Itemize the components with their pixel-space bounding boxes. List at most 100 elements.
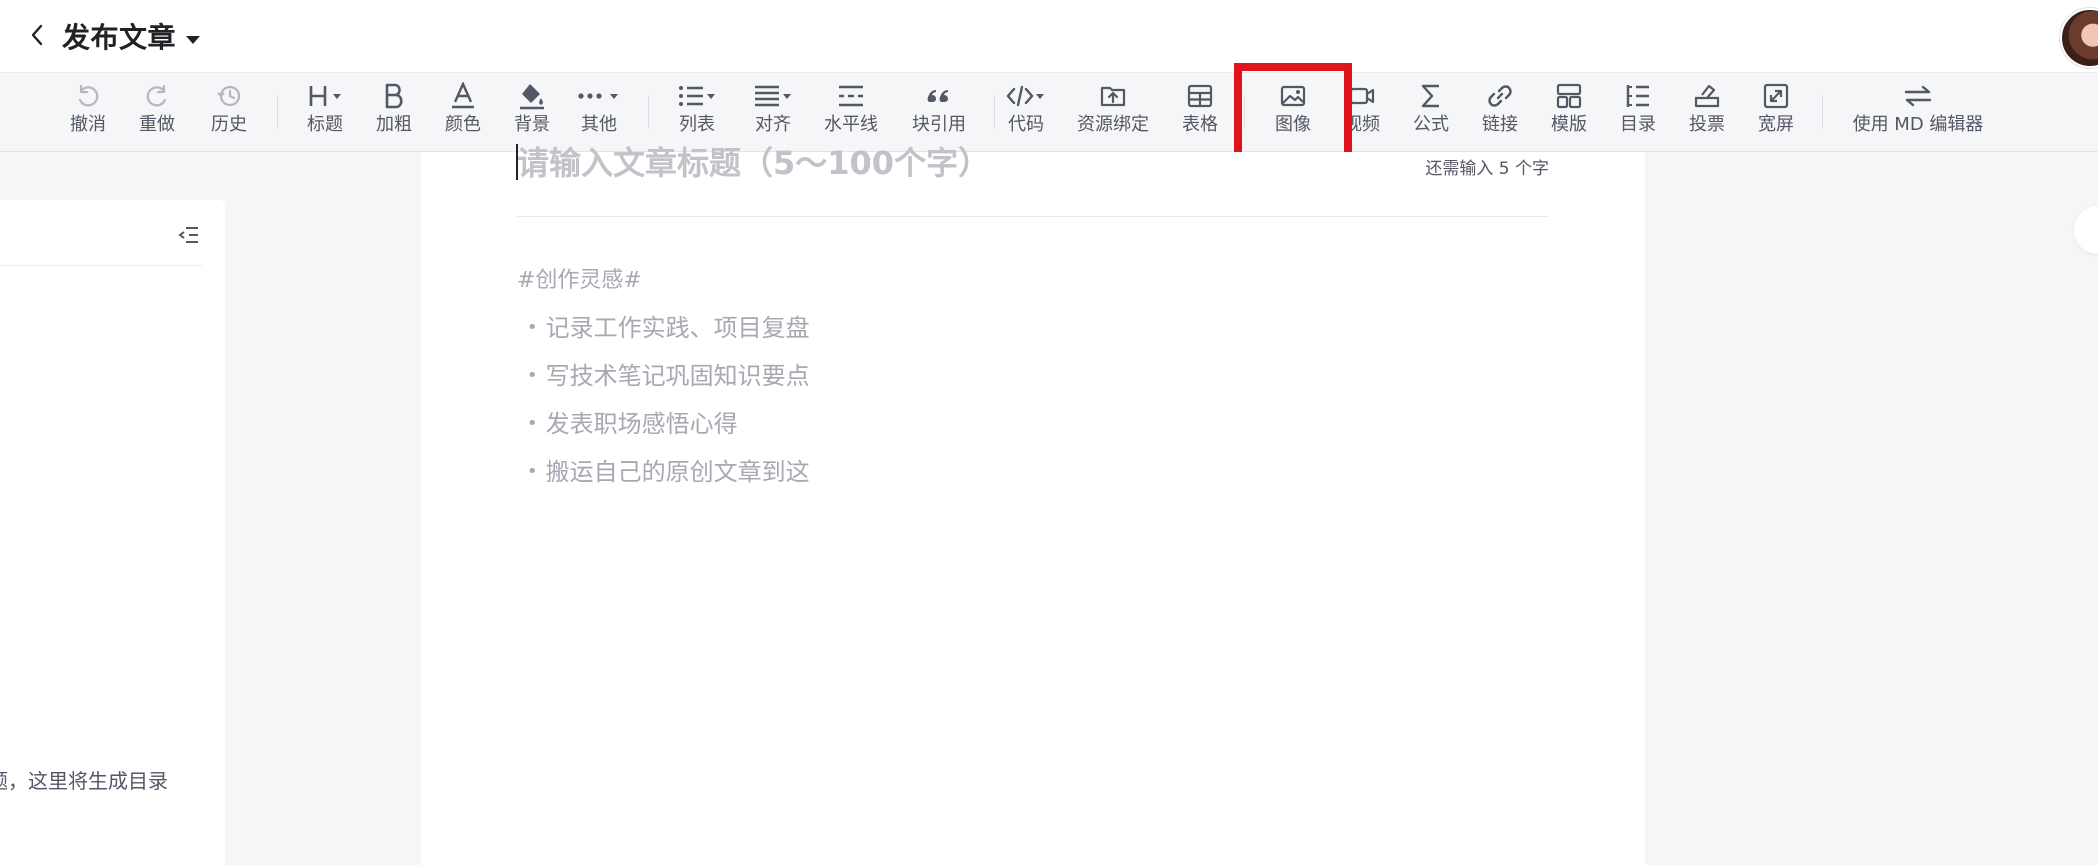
toolbar-separator	[648, 95, 649, 129]
redo-icon	[143, 82, 171, 110]
history-icon	[215, 82, 243, 110]
redo-button[interactable]: 重做	[137, 81, 177, 143]
list-item-text: 写技术笔记巩固知识要点	[545, 362, 810, 390]
history-button[interactable]: 历史	[209, 81, 249, 143]
image-icon	[1279, 82, 1307, 110]
vote-icon	[1693, 82, 1721, 110]
table-button[interactable]: 表格	[1180, 81, 1220, 143]
title-input[interactable]: 请输入文章标题（5～100个字）	[517, 138, 990, 184]
image-label: 图像	[1275, 114, 1311, 135]
history-label: 历史	[211, 114, 247, 135]
list-item: • 写技术笔记巩固知识要点	[527, 352, 810, 400]
align-icon	[753, 82, 793, 110]
bullet: •	[527, 413, 538, 434]
align-label: 对齐	[755, 114, 791, 135]
bold-button[interactable]: 加粗	[374, 81, 414, 143]
top-bar: 发布文章	[0, 0, 2098, 73]
title-divider	[517, 216, 1549, 217]
toolbar-separator	[994, 95, 995, 129]
code-icon	[1006, 82, 1046, 110]
toolbar-separator	[1244, 95, 1245, 129]
toc-button[interactable]: 目录	[1618, 81, 1658, 143]
editor-canvas[interactable]: 请输入文章标题（5～100个字） 还需输入 5 个字 #创作灵感# • 记录工作实…	[421, 144, 1645, 865]
horizontal-rule-icon	[836, 82, 866, 110]
list-item-text: 记录工作实践、项目复盘	[545, 314, 810, 342]
bullet: •	[527, 461, 538, 482]
template-icon	[1555, 82, 1583, 110]
md-editor-label: 使用 MD 编辑器	[1852, 114, 1984, 135]
resource-binding-button[interactable]: 资源绑定	[1075, 81, 1151, 143]
list-item-text: 搬运自己的原创文章到这	[545, 458, 810, 486]
collapse-toc-icon[interactable]	[178, 225, 200, 249]
list-icon	[677, 82, 717, 110]
table-label: 表格	[1182, 114, 1218, 135]
table-icon	[1186, 82, 1214, 110]
formula-label: 公式	[1413, 114, 1449, 135]
link-button[interactable]: 链接	[1480, 81, 1520, 143]
toc-icon	[1624, 82, 1652, 110]
bullet: •	[527, 317, 538, 338]
quote-icon	[925, 82, 953, 110]
page-title: 发布文章	[62, 21, 177, 54]
sigma-icon	[1418, 82, 1444, 110]
video-icon	[1348, 82, 1376, 110]
template-label: 模版	[1551, 114, 1587, 135]
other-label: 其他	[581, 114, 617, 135]
heading-button[interactable]: 标题	[305, 81, 345, 143]
heading-label: 标题	[307, 114, 343, 135]
more-icon	[577, 82, 621, 110]
formula-button[interactable]: 公式	[1411, 81, 1451, 143]
background-label: 背景	[514, 114, 550, 135]
bold-label: 加粗	[376, 114, 412, 135]
background-button[interactable]: 背景	[512, 81, 552, 143]
char-count-hint: 还需输入 5 个字	[1425, 159, 1549, 179]
code-button[interactable]: 代码	[1006, 81, 1046, 143]
redo-label: 重做	[139, 114, 175, 135]
avatar[interactable]	[2060, 8, 2098, 68]
list-button[interactable]: 列表	[677, 81, 717, 143]
title-dropdown-button[interactable]	[182, 28, 204, 50]
toc-panel: 题，这里将生成目录	[0, 200, 225, 865]
image-button[interactable]: 图像	[1273, 81, 1313, 143]
bullet: •	[527, 365, 538, 386]
vote-button[interactable]: 投票	[1687, 81, 1727, 143]
paint-bucket-icon	[518, 82, 546, 110]
list-item: • 搬运自己的原创文章到这	[527, 448, 810, 496]
template-button[interactable]: 模版	[1549, 81, 1589, 143]
blockquote-button[interactable]: 块引用	[912, 81, 966, 143]
link-label: 链接	[1482, 114, 1518, 135]
video-button[interactable]: 视频	[1342, 81, 1382, 143]
inspiration-list: • 记录工作实践、项目复盘 • 写技术笔记巩固知识要点 • 发表职场感悟心得 • 搬运自…	[527, 304, 810, 496]
horizontal-rule-label: 水平线	[824, 114, 878, 135]
bold-icon	[382, 82, 406, 110]
color-label: 颜色	[445, 114, 481, 135]
heading-icon	[307, 82, 343, 110]
switch-icon	[1903, 82, 1933, 110]
back-button[interactable]	[22, 22, 52, 52]
vote-label: 投票	[1689, 114, 1725, 135]
blockquote-label: 块引用	[912, 114, 966, 135]
fullscreen-button[interactable]: 宽屏	[1756, 81, 1796, 143]
list-item: • 发表职场感悟心得	[527, 400, 810, 448]
color-button[interactable]: 颜色	[443, 81, 483, 143]
other-button[interactable]: 其他	[577, 81, 621, 143]
toc-label: 目录	[1620, 114, 1656, 135]
toolbar-separator	[277, 95, 278, 129]
undo-icon	[74, 82, 102, 110]
list-item: • 记录工作实践、项目复盘	[527, 304, 810, 352]
toc-divider	[0, 265, 202, 266]
undo-button[interactable]: 撤消	[68, 81, 108, 143]
align-button[interactable]: 对齐	[753, 81, 793, 143]
list-item-text: 发表职场感悟心得	[545, 410, 738, 438]
side-panel-handle[interactable]	[2074, 206, 2098, 254]
code-label: 代码	[1008, 114, 1044, 135]
horizontal-rule-button[interactable]: 水平线	[824, 81, 878, 143]
chevron-left-icon	[29, 23, 45, 51]
fullscreen-label: 宽屏	[1758, 114, 1794, 135]
video-label: 视频	[1344, 114, 1380, 135]
text-caret	[516, 144, 518, 180]
link-icon	[1486, 82, 1514, 110]
md-editor-button[interactable]: 使用 MD 编辑器	[1850, 81, 1986, 143]
toc-empty-hint: 题，这里将生成目录	[0, 769, 168, 793]
editor-toolbar: 撤消 重做 历史 标题 加粗 颜色 背景 其他 列表 对齐 水平线 块引用 代码…	[0, 63, 2098, 172]
